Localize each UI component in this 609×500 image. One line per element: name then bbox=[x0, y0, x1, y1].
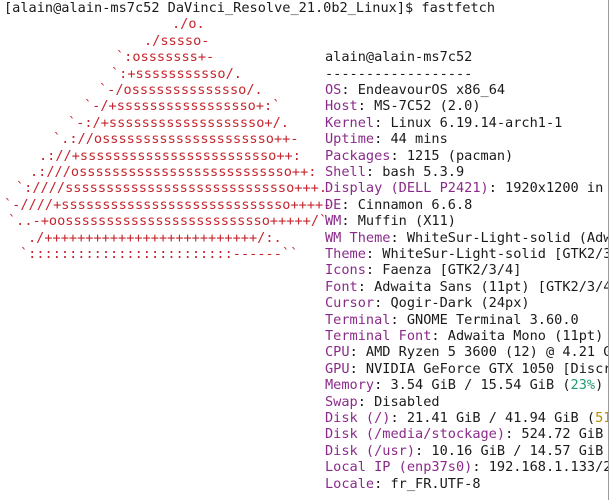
user-host-title: alain@alain-ms7c52 bbox=[325, 49, 473, 66]
info-value-tail: ) bbox=[595, 377, 604, 394]
info-row-cpu: CPU: AMD Ryzen 5 3600 (12) @ 4.21 Gz bbox=[325, 344, 609, 361]
info-row-host: Host: MS-7C52 (2.0) bbox=[325, 98, 481, 114]
info-value: : AMD Ryzen 5 3600 (12) @ 4.21 Gz bbox=[349, 344, 609, 361]
info-row-kernel: Kernel: Linux 6.19.14-arch1-1 bbox=[325, 115, 562, 131]
info-key: GPU bbox=[325, 360, 350, 377]
info-key: Terminal bbox=[325, 311, 391, 328]
info-value: : 10.16 GiB / 14.57 GiB 4 bbox=[415, 442, 609, 459]
logo-line: `-:/+sssssssssssssssssso+/. bbox=[68, 114, 289, 131]
info-value: : GNOME Terminal 3.60.0 bbox=[390, 311, 579, 328]
info-row-de: DE: Cinnamon 6.6.8 bbox=[325, 197, 472, 213]
info-value: : Adwaita Mono (11pt) bbox=[431, 328, 604, 344]
info-value: : 192.168.1.133/24 bbox=[472, 459, 609, 476]
logo-line: `-/ossssssssssssso/. bbox=[99, 82, 263, 98]
info-key: Disk (/usr) bbox=[325, 442, 416, 459]
logo-line: `-////+ssssssssssssssssssssssssssso++++- bbox=[4, 196, 332, 213]
info-value: : 3.54 GiB / 15.54 GiB ( bbox=[374, 377, 571, 394]
info-value: : EndeavourOS x86_64 bbox=[341, 82, 506, 98]
info-value: : 44 mins bbox=[374, 131, 448, 148]
info-value: : Adwaita Sans (11pt) [GTK2/3/4] bbox=[357, 278, 609, 295]
info-key: DE bbox=[325, 196, 342, 213]
info-key: CPU bbox=[325, 344, 350, 361]
logo-line: ./o. bbox=[172, 16, 205, 33]
logo-line: `:osssssss+- bbox=[116, 49, 215, 66]
info-row-terminal-font: Terminal Font: Adwaita Mono (11pt) bbox=[325, 328, 603, 344]
info-value: : 524.72 GiB k bbox=[505, 426, 609, 443]
info-key: Terminal Font bbox=[325, 328, 432, 344]
info-value: : WhiteSur-Light-solid (Adw) bbox=[390, 229, 609, 246]
info-key: Host bbox=[325, 98, 358, 115]
info-key: Icons bbox=[325, 262, 366, 279]
info-row-terminal: Terminal: GNOME Terminal 3.60.0 bbox=[325, 312, 579, 328]
info-value: : 1215 (pacman) bbox=[390, 147, 514, 164]
info-row-locale: Locale: fr_FR.UTF-8 bbox=[325, 476, 481, 492]
disk-root-percent: 514 bbox=[595, 410, 608, 426]
info-key: Memory bbox=[325, 377, 375, 394]
memory-percent: 23% bbox=[570, 377, 596, 394]
info-row-disk-stockage: Disk (/media/stockage): 524.72 GiB k bbox=[325, 426, 609, 443]
logo-line: .://+ssssssssssssssssssssssso++: bbox=[39, 147, 301, 164]
info-value: : bash 5.3.9 bbox=[365, 164, 465, 180]
info-row-shell: Shell: bash 5.3.9 bbox=[325, 164, 464, 180]
info-row-uptime: Uptime: 44 mins bbox=[325, 131, 448, 147]
info-value: : Qogir-Dark (24px) bbox=[374, 295, 530, 312]
logo-line: `.://osssssssssssssssssssso++- bbox=[53, 131, 299, 148]
logo-line: ./sssso- bbox=[144, 32, 210, 49]
info-row-local-ip: Local IP (enp37s0): 192.168.1.133/24 bbox=[325, 459, 609, 476]
logo-line: `..-+oosssssssssssssssssssssssso+++++/` bbox=[8, 213, 328, 230]
info-row-wm-theme: WM Theme: WhiteSur-Light-solid (Adw) bbox=[325, 229, 609, 246]
info-key: OS bbox=[325, 82, 342, 98]
info-value: : WhiteSur-Light-solid [GTK2/3] bbox=[365, 246, 609, 262]
info-key: Shell bbox=[325, 164, 366, 180]
info-key: Packages bbox=[325, 147, 391, 164]
info-row-packages: Packages: 1215 (pacman) bbox=[325, 148, 513, 164]
info-key: Display (DELL P2421) bbox=[325, 180, 489, 197]
logo-line: `-/+sssssssssssssssso+:` bbox=[84, 98, 281, 115]
info-key: Cursor bbox=[325, 295, 375, 312]
info-value: : Muffin (X11) bbox=[341, 213, 456, 230]
info-value: : Linux 6.19.14-arch1-1 bbox=[374, 114, 563, 131]
info-row-cursor: Cursor: Qogir-Dark (24px) bbox=[325, 295, 530, 311]
logo-line: `:////ssssssssssssssssssssssssssso+++. bbox=[16, 180, 327, 197]
info-key: Disk (/media/stockage) bbox=[325, 426, 506, 443]
info-value: : MS-7C52 (2.0) bbox=[357, 98, 481, 115]
info-key: Uptime bbox=[325, 131, 375, 148]
info-key: WM Theme bbox=[325, 229, 391, 246]
info-key: Swap bbox=[325, 393, 358, 410]
logo-line: ./++++++++++++++++++++++++++/:. bbox=[28, 229, 282, 246]
info-row-font: Font: Adwaita Sans (11pt) [GTK2/3/4] bbox=[325, 278, 609, 295]
info-row-display: Display (DELL P2421): 1920x1200 in ] bbox=[325, 180, 609, 197]
info-key: Local IP (enp37s0) bbox=[325, 459, 473, 476]
shell-prompt: [alain@alain-ms7c52 DaVinci_Resolve_21.0… bbox=[4, 0, 496, 16]
info-value: : 1920x1200 in ] bbox=[488, 180, 609, 197]
info-row-swap: Swap: Disabled bbox=[325, 394, 440, 410]
info-key: Theme bbox=[325, 246, 366, 262]
logo-line: .:///ossssssssssssssssssssssssso++: bbox=[30, 164, 317, 180]
info-row-os: OS: EndeavourOS x86_64 bbox=[325, 82, 505, 98]
logo-line: `:::::::::::::::::::::::::------`` bbox=[20, 246, 299, 262]
info-key: Font bbox=[325, 278, 358, 295]
info-key: WM bbox=[325, 213, 342, 230]
info-value: : Disabled bbox=[357, 393, 440, 410]
info-value: : NVIDIA GeForce GTX 1050 [Discr] bbox=[349, 360, 609, 377]
info-row-gpu: GPU: NVIDIA GeForce GTX 1050 [Discr] bbox=[325, 360, 609, 377]
info-row-disk-root: Disk (/): 21.41 GiB / 41.94 GiB (514 bbox=[325, 410, 608, 426]
info-key: Locale bbox=[325, 475, 375, 492]
info-value: : fr_FR.UTF-8 bbox=[374, 475, 481, 492]
info-row-wm: WM: Muffin (X11) bbox=[325, 213, 456, 229]
logo-line: `:+sssssssssso/. bbox=[111, 65, 242, 82]
info-value: : Faenza [GTK2/3/4] bbox=[365, 262, 522, 279]
info-row-memory: Memory: 3.54 GiB / 15.54 GiB (23%) bbox=[325, 377, 603, 393]
title-separator: ------------------ bbox=[325, 65, 473, 82]
info-row-icons: Icons: Faenza [GTK2/3/4] bbox=[325, 262, 521, 278]
info-row-theme: Theme: WhiteSur-Light-solid [GTK2/3] bbox=[325, 246, 609, 262]
info-value: : 21.41 GiB / 41.94 GiB ( bbox=[390, 410, 596, 426]
info-row-disk-usr: Disk (/usr): 10.16 GiB / 14.57 GiB 4 bbox=[325, 442, 609, 459]
info-key: Disk (/) bbox=[325, 410, 391, 426]
info-key: Kernel bbox=[325, 114, 375, 131]
info-value: : Cinnamon 6.6.8 bbox=[341, 196, 473, 213]
terminal-window[interactable]: [alain@alain-ms7c52 DaVinci_Resolve_21.0… bbox=[0, 0, 609, 500]
